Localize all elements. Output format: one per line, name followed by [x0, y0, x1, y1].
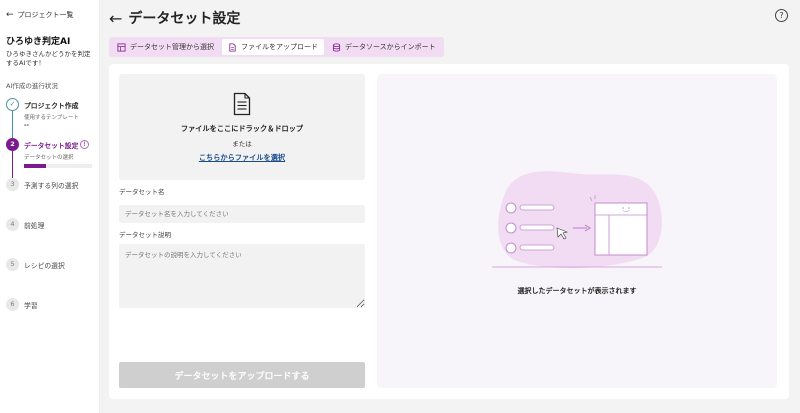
file-icon: [229, 42, 236, 52]
sidebar: ← プロジェクト一覧 ひろゆき判定AI ひろゆきさんかどうかを判定するAIです！…: [0, 0, 100, 413]
tab-dataset-management[interactable]: データセット管理から選択: [111, 39, 220, 55]
dataset-description-label: データセット説明: [119, 231, 171, 239]
step-project-create[interactable]: ✓ プロジェクト作成 使用するテンプレート --: [6, 97, 93, 138]
project-description: ひろゆきさんかどうかを判定するAIです！: [6, 50, 91, 67]
upload-form: ファイルをここにドラック＆ドロップ または こちらからファイルを選択 データセッ…: [119, 74, 365, 308]
step-number: 3: [6, 177, 19, 191]
file-dropzone[interactable]: ファイルをここにドラック＆ドロップ または こちらからファイルを選択: [119, 74, 365, 180]
step-number: 5: [6, 257, 19, 271]
step-connector: [11, 110, 14, 138]
dropzone-text: ファイルをここにドラック＆ドロップ: [180, 123, 304, 133]
tab-data-source-import[interactable]: データソースからインポート: [326, 39, 442, 55]
project-title: ひろゆき判定AI: [6, 37, 71, 47]
step-title: 予測する列の選択: [24, 181, 79, 190]
step-number: 4: [6, 217, 19, 231]
empty-dataset-illustration: [492, 171, 662, 269]
upload-dataset-button[interactable]: データセットをアップロードする: [119, 362, 365, 388]
step-progress-bar: [24, 163, 92, 168]
select-file-link[interactable]: こちらからファイルを選択: [199, 153, 285, 163]
step-subtitle: データセットの選択: [24, 154, 74, 161]
dataset-icon: [117, 42, 126, 52]
step-preprocessing[interactable]: 4 前処理: [6, 217, 93, 258]
template-value: --: [24, 121, 29, 129]
source-tabs: データセット管理から選択 ファイルをアップロード データソースからインポート: [109, 37, 444, 57]
step-title: 前処理: [24, 221, 45, 230]
dataset-preview-panel: 選択したデータセットが表示されます: [377, 74, 777, 388]
main-content: ← データセット設定 ? データセット管理から選択 ファイルをアップロード デー…: [101, 0, 800, 413]
step-title: 学習: [24, 301, 38, 310]
progress-label: AI作成の進行状況: [6, 81, 58, 90]
step-number: 2: [6, 137, 19, 151]
project-list-label: プロジェクト一覧: [17, 11, 74, 19]
tab-label: ファイルをアップロード: [241, 43, 318, 51]
back-arrow-icon[interactable]: ←: [109, 9, 122, 28]
back-arrow-icon: ←: [6, 10, 14, 20]
check-icon: ✓: [6, 97, 19, 111]
step-progress-fill: [24, 163, 47, 168]
step-target-column[interactable]: 3 予測する列の選択: [6, 177, 93, 218]
step-subtitle: 使用するテンプレート: [24, 114, 79, 121]
info-icon[interactable]: !: [80, 139, 89, 149]
step-number: 6: [6, 297, 19, 311]
step-recipe[interactable]: 5 レシピの選択: [6, 257, 93, 298]
step-connector: [11, 150, 14, 178]
help-icon[interactable]: ?: [775, 9, 788, 22]
page-title: データセット設定: [128, 11, 241, 27]
page-header: ← データセット設定: [109, 8, 240, 28]
upload-card: ファイルをここにドラック＆ドロップ または こちらからファイルを選択 データセッ…: [109, 64, 789, 399]
database-icon: [332, 42, 341, 51]
step-dataset-settings[interactable]: 2 データセット設定 データセットの選択 !: [6, 137, 93, 178]
step-training[interactable]: 6 学習: [6, 297, 93, 318]
project-list-link[interactable]: ← プロジェクト一覧: [6, 10, 93, 20]
dataset-description-input[interactable]: [119, 244, 365, 308]
tab-label: データセット管理から選択: [130, 43, 214, 51]
dropzone-or: または: [232, 139, 252, 148]
tab-label: データソースからインポート: [345, 43, 436, 51]
preview-placeholder-text: 選択したデータセットが表示されます: [517, 287, 637, 295]
dataset-name-input[interactable]: [119, 205, 365, 223]
document-icon: [233, 92, 251, 115]
step-title: プロジェクト作成: [24, 101, 79, 110]
dataset-name-label: データセット名: [119, 188, 165, 196]
tab-file-upload[interactable]: ファイルをアップロード: [222, 39, 324, 55]
step-list: ✓ プロジェクト作成 使用するテンプレート -- 2 データセット設定 データセ…: [6, 97, 93, 318]
step-title: レシピの選択: [24, 261, 65, 270]
